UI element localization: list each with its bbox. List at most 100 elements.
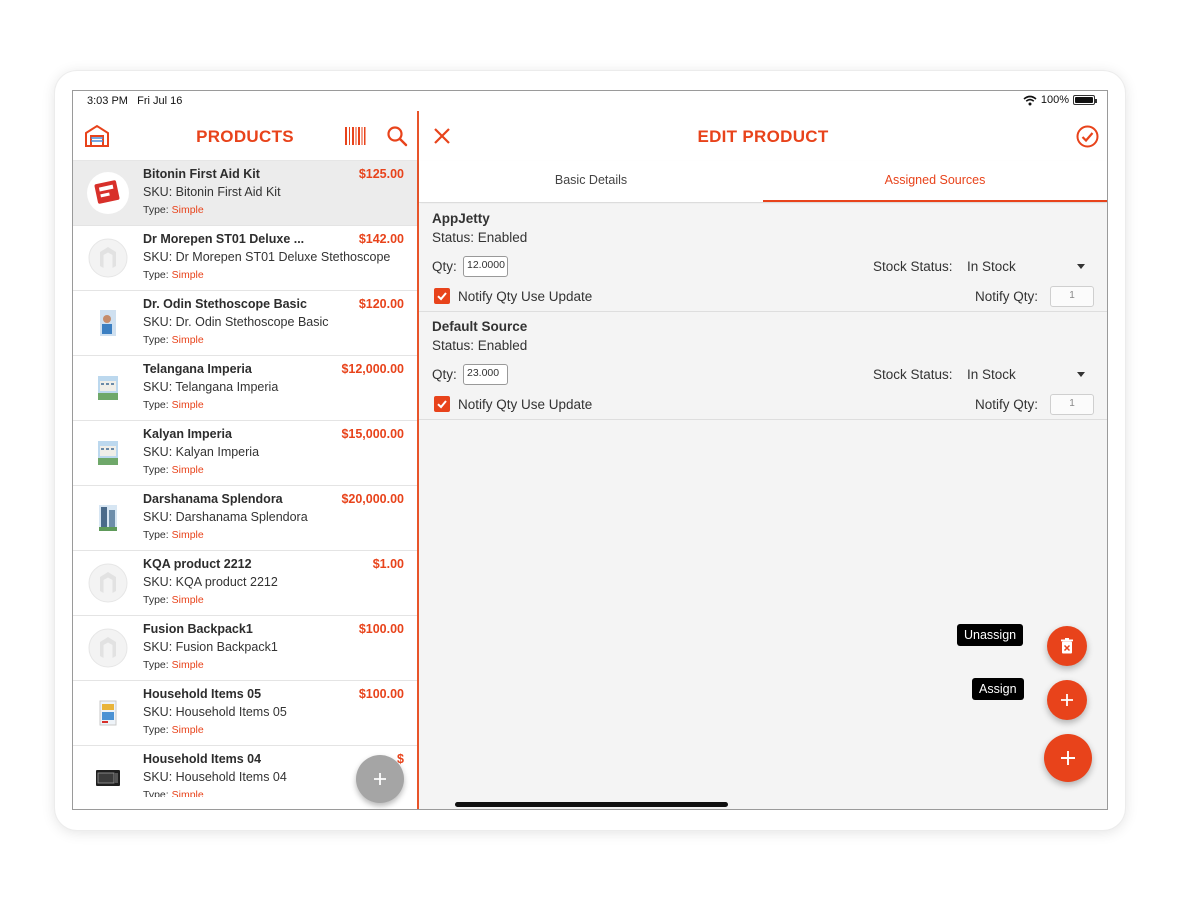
unassign-tooltip: Unassign	[957, 624, 1024, 646]
app-screen: 3:03 PM Fri Jul 16 100% PRODUCTS Bitonin…	[72, 90, 1108, 810]
product-type-label: Type:	[143, 529, 169, 541]
product-type-label: Type:	[143, 334, 169, 346]
search-button[interactable]	[385, 124, 409, 148]
notify-qty-checkbox[interactable]	[434, 396, 450, 412]
notify-qty-checkbox[interactable]	[434, 288, 450, 304]
qty-input[interactable]: 23.000	[463, 364, 508, 385]
product-name: Darshanama Splendora	[143, 492, 283, 506]
product-row[interactable]: Dr. Odin Stethoscope Basic $120.00 SKU: Dr…	[73, 291, 417, 356]
product-type-value: Simple	[171, 789, 204, 797]
product-sku: SKU: Dr Morepen ST01 Deluxe Stethoscope	[143, 250, 391, 264]
source-name: AppJetty	[432, 211, 490, 226]
products-header: PRODUCTS	[73, 111, 417, 161]
product-row[interactable]: Bitonin First Aid Kit $125.00 SKU: Bitonin…	[73, 161, 417, 226]
products-panel: PRODUCTS Bitonin First Aid Kit $125.00 S…	[73, 111, 419, 809]
delete-icon	[1061, 638, 1073, 654]
source-status: Status: Enabled	[432, 230, 528, 245]
product-row[interactable]: Darshanama Splendora $20,000.00 SKU: Darsh…	[73, 486, 417, 551]
product-sku: SKU: Darshanama Splendora	[143, 510, 308, 524]
product-type-value: Simple	[171, 594, 204, 606]
plus-icon	[1061, 694, 1073, 706]
stock-status-select[interactable]: In Stock	[967, 367, 1016, 382]
product-sku: SKU: Household Items 05	[143, 705, 287, 719]
tab-basic-details[interactable]: Basic Details	[419, 161, 763, 202]
product-row[interactable]: KQA product 2212 $1.00 SKU: KQA product 22…	[73, 551, 417, 616]
product-thumbnail	[87, 692, 129, 734]
product-sku: SKU: KQA product 2212	[143, 575, 278, 589]
notify-qty-field-label: Notify Qty:	[975, 397, 1039, 412]
product-thumbnail	[87, 757, 129, 797]
product-row[interactable]: Fusion Backpack1 $100.00 SKU: Fusion Backp…	[73, 616, 417, 681]
product-row[interactable]: Kalyan Imperia $15,000.00 SKU: Kalyan Impe…	[73, 421, 417, 486]
product-name: Household Items 05	[143, 687, 262, 701]
add-product-button[interactable]	[356, 755, 404, 803]
product-name: KQA product 2212	[143, 557, 252, 571]
notify-qty-input[interactable]: 1	[1050, 286, 1094, 307]
product-type-label: Type:	[143, 464, 169, 476]
product-type: Type: Simple	[143, 464, 204, 476]
plus-icon	[1061, 751, 1075, 765]
dropdown-arrow-icon[interactable]	[1077, 264, 1085, 269]
product-row[interactable]: Dr Morepen ST01 Deluxe ... $142.00 SKU: Dr…	[73, 226, 417, 291]
product-name: Household Items 04	[143, 752, 262, 766]
source-status: Status: Enabled	[432, 338, 528, 353]
notify-qty-field-label: Notify Qty:	[975, 289, 1039, 304]
assigned-sources-list: AppJetty Status: Enabled Qty: 12.0000 St…	[419, 204, 1107, 809]
barcode-scan-button[interactable]	[343, 125, 367, 147]
assign-tooltip: Assign	[972, 678, 1024, 700]
source-actions-button[interactable]	[1044, 734, 1092, 782]
checkmark-icon	[437, 292, 447, 301]
qty-input[interactable]: 12.0000	[463, 256, 508, 277]
product-thumbnail	[87, 627, 129, 669]
dropdown-arrow-icon[interactable]	[1077, 372, 1085, 377]
product-thumbnail	[87, 432, 129, 474]
stock-status-label: Stock Status:	[873, 259, 953, 274]
product-sku: SKU: Fusion Backpack1	[143, 640, 278, 654]
plus-icon	[374, 773, 386, 785]
battery-percent: 100%	[1040, 94, 1069, 106]
unassign-button[interactable]	[1047, 626, 1087, 666]
wifi-icon	[1023, 95, 1037, 105]
product-name: Kalyan Imperia	[143, 427, 232, 441]
product-type-value: Simple	[171, 269, 204, 281]
product-price: $142.00	[358, 232, 404, 246]
edit-tabs: Basic Details Assigned Sources	[419, 161, 1107, 203]
product-type-label: Type:	[143, 724, 169, 736]
product-type: Type: Simple	[143, 529, 204, 541]
save-button[interactable]	[1075, 124, 1099, 148]
product-sku: SKU: Bitonin First Aid Kit	[143, 185, 281, 199]
product-type-label: Type:	[143, 204, 169, 216]
product-type-value: Simple	[171, 724, 204, 736]
status-time: 3:03 PM Fri Jul 16	[87, 95, 182, 107]
stock-status-select[interactable]: In Stock	[967, 259, 1016, 274]
edit-product-header: EDIT PRODUCT	[419, 111, 1107, 161]
status-bar: 3:03 PM Fri Jul 16 100%	[73, 91, 1107, 111]
product-row[interactable]: Telangana Imperia $12,000.00 SKU: Telangan…	[73, 356, 417, 421]
product-type-value: Simple	[171, 464, 204, 476]
product-thumbnail	[87, 367, 129, 409]
source-item: AppJetty Status: Enabled Qty: 12.0000 St…	[419, 204, 1107, 312]
product-type-value: Simple	[171, 529, 204, 541]
search-icon	[387, 126, 408, 147]
product-row[interactable]: Household Items 05 $100.00 SKU: Household …	[73, 681, 417, 746]
assign-button[interactable]	[1047, 680, 1087, 720]
product-price: $100.00	[358, 687, 404, 701]
check-circle-icon	[1076, 125, 1098, 147]
battery-icon	[1073, 95, 1097, 105]
barcode-icon	[345, 127, 366, 145]
product-sku: SKU: Kalyan Imperia	[143, 445, 260, 459]
product-price: $120.00	[358, 297, 404, 311]
product-price: $100.00	[358, 622, 404, 636]
qty-label: Qty:	[432, 367, 457, 382]
product-type-label: Type:	[143, 399, 169, 411]
product-price: $15,000.00	[341, 427, 404, 441]
edit-product-panel: EDIT PRODUCT Basic Details Assigned Sour…	[419, 111, 1107, 809]
tab-assigned-sources[interactable]: Assigned Sources	[763, 161, 1107, 202]
home-indicator[interactable]	[455, 802, 728, 807]
product-thumbnail	[87, 237, 129, 279]
product-type-value: Simple	[171, 399, 204, 411]
product-name: Telangana Imperia	[143, 362, 252, 376]
notify-qty-input[interactable]: 1	[1050, 394, 1094, 415]
product-type: Type: Simple	[143, 204, 204, 216]
product-type-label: Type:	[143, 269, 169, 281]
